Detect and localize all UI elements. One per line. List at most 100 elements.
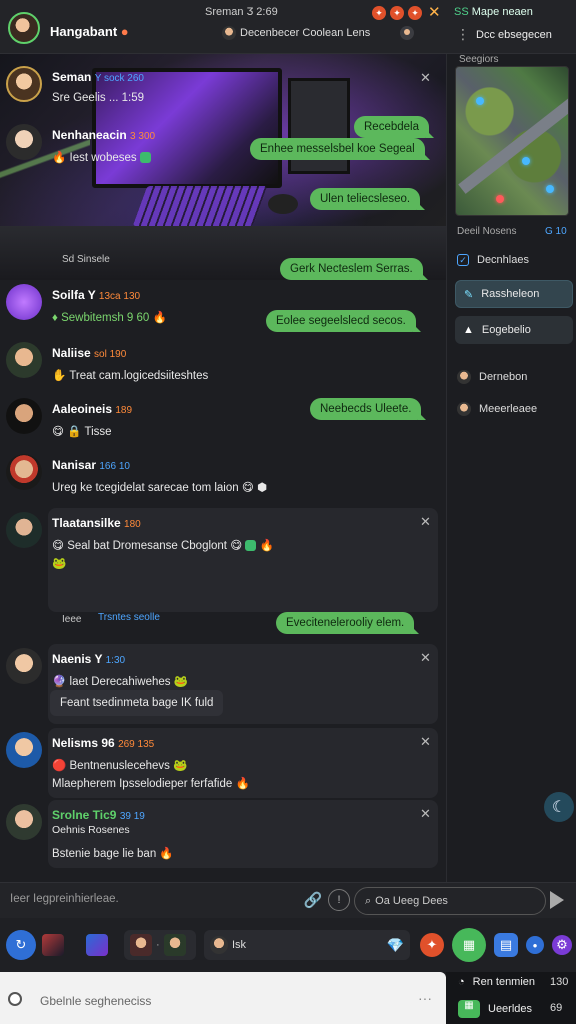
avatar[interactable]	[6, 512, 42, 548]
app-window: Нangabant ● Sreman Ӡ 2:69 Decenbecer Coo…	[0, 0, 576, 1024]
edit-icon: ✎	[464, 288, 474, 301]
outgoing-message[interactable]: Ulen teliecsleseo.	[310, 188, 426, 210]
sidebar-item-meeerleaee[interactable]: Meeerleaee	[457, 402, 537, 416]
grid-icon: ▦	[458, 1000, 480, 1018]
avatar-pair[interactable]: ·	[124, 930, 196, 960]
message-author[interactable]: Seman Y sock 260	[52, 70, 144, 84]
close-icon[interactable]: ✕	[420, 806, 431, 822]
game-map[interactable]	[455, 66, 569, 216]
close-icon[interactable]: ✕	[420, 650, 431, 666]
fire-icon[interactable]: ✦	[408, 6, 422, 20]
outgoing-message[interactable]: Neebecds Uleete.	[310, 398, 427, 420]
sidebar-item-eogebelio[interactable]: ▲ Eogebelio	[455, 316, 573, 344]
avatar[interactable]	[6, 398, 42, 434]
message-author[interactable]: Srolne Tic9 39 19	[52, 808, 145, 822]
chat-pane[interactable]: Sd Sinsele ✕ Seman Y sock 260 Sre Geelis…	[0, 54, 446, 882]
quoted-message[interactable]: Feant tsedinmeta bage IK fuld	[50, 690, 224, 716]
outgoing-message[interactable]: Recebdela	[354, 116, 434, 138]
message-composer: Ieer Iegpreinhierleae. 🔗 ! ⌕ Oa Ueeg Dees	[0, 882, 576, 918]
doc-icon[interactable]: ▤	[494, 933, 518, 957]
theme-toggle-moon-icon[interactable]: ☾	[544, 792, 574, 822]
avatar[interactable]	[6, 342, 42, 378]
refresh-icon[interactable]: ↻	[6, 930, 36, 960]
avatar[interactable]	[6, 732, 42, 768]
message-text: 😋 🔒 Tisse	[52, 426, 112, 438]
record-icon[interactable]	[8, 992, 22, 1006]
channel-avatar[interactable]	[8, 12, 40, 44]
settings-icon[interactable]: ⚙	[552, 935, 572, 955]
gear-icon[interactable]	[398, 24, 416, 42]
message-author[interactable]: Aaleoineis 189	[52, 402, 132, 416]
sidebar-item-rassheleon[interactable]: ✎ Rassheleon	[455, 280, 573, 308]
message-text: 🔥 Iest wobeses	[52, 150, 151, 164]
avatar[interactable]	[6, 648, 42, 684]
stat-row[interactable]: ◔ Ren tenmien	[458, 976, 535, 988]
close-icon[interactable]: ✕	[420, 70, 431, 86]
fire-icon[interactable]: ✦	[390, 6, 404, 20]
stat-row[interactable]: ▦ Ueerldes	[458, 1000, 532, 1018]
message-author[interactable]: Tlaatansilke 180	[52, 516, 141, 530]
header-action[interactable]: ⋮ Dcc ebsegecen	[456, 26, 552, 43]
fire-icon[interactable]: ✦	[372, 6, 386, 20]
message-author[interactable]: Naliise sol 190	[52, 346, 126, 360]
message-author[interactable]: Soilfa Y 13ca 130	[52, 288, 140, 302]
sidebar-item-decnhlaes[interactable]: ✓ Decnhlaes	[457, 254, 529, 266]
emoji-reaction[interactable]: 🐸	[52, 556, 66, 570]
outgoing-message[interactable]: Evecitenelerooliy elem.	[276, 612, 420, 634]
avatar[interactable]	[6, 804, 42, 840]
system-input[interactable]: Gbelnle segheneciss	[40, 994, 151, 1008]
message-author[interactable]: Nenhaneacin 3 300	[52, 128, 155, 142]
close-icon[interactable]: ✕	[428, 3, 441, 21]
search-icon: ⌕	[365, 894, 372, 907]
info-icon[interactable]: !	[328, 889, 350, 911]
crystal-icon: 💎	[386, 936, 404, 953]
message-text: ♦ Sewbitemsh 9 60 🔥	[52, 312, 167, 324]
avatar[interactable]	[6, 124, 42, 160]
outgoing-message[interactable]: Eolee segeelslecd secos.	[266, 310, 421, 332]
more-icon[interactable]: ⋮	[456, 26, 470, 43]
channel-title[interactable]: Нangabant ●	[50, 24, 129, 39]
message-text-2: Mlaepherem Ipsselodieper ferfafide 🔥	[52, 778, 250, 790]
attach-icon[interactable]: 🔗	[302, 889, 324, 911]
banner-caption: Sd Sinsele	[62, 254, 110, 265]
chat-field[interactable]: Isk 💎	[204, 930, 410, 960]
message-text: Oehnis Rosenes	[52, 824, 130, 836]
chat-header: Нangabant ● Sreman Ӡ 2:69 Decenbecer Coo…	[0, 0, 576, 54]
bottom-toolbar: ↻ · Isk 💎 ✦ ▦ ▤ • ⚙	[0, 918, 576, 972]
status-prefix: ЅЅ	[454, 6, 469, 18]
game-thumb[interactable]	[86, 934, 108, 956]
info-icon[interactable]: •	[526, 936, 544, 954]
card-caption: Trsntes seolle	[98, 612, 160, 623]
more-icon[interactable]: ···	[418, 990, 432, 1006]
map-value: G 10	[545, 226, 567, 237]
avatar[interactable]	[6, 66, 42, 102]
card-caption-left: Ieee	[62, 614, 82, 625]
avatar	[457, 402, 471, 416]
game-thumb[interactable]	[42, 934, 64, 956]
stat-value: 69	[550, 1002, 563, 1014]
send-icon[interactable]	[550, 891, 564, 909]
search-input[interactable]: ⌕ Oa Ueeg Dees	[354, 887, 546, 915]
message-author[interactable]: Nelisms 96 269 135	[52, 736, 154, 750]
outgoing-message[interactable]: Enhee messelsbel koe Segeal	[250, 138, 430, 160]
message-author[interactable]: Nanisar 166 10	[52, 458, 130, 472]
message-text: Ureg ke tcegidelat sarecae tom laion 😋 ⬢	[52, 482, 268, 494]
message-text-2: Bstenie bage lie ban 🔥	[52, 848, 174, 860]
avatar[interactable]	[6, 454, 42, 490]
sidebar-item-dernebon[interactable]: Dernebon	[457, 370, 527, 384]
message-input[interactable]: Ieer Iegpreinhierleae.	[10, 893, 119, 905]
avatar[interactable]	[6, 284, 42, 320]
right-sidebar: Seegiors Deeil Nosens G 10 ✓ Decnhlaes ✎…	[446, 54, 576, 882]
fire-icon[interactable]: ✦	[420, 933, 444, 957]
apps-icon[interactable]: ▦	[452, 928, 486, 962]
map-label: Deeil Nosens	[457, 226, 517, 237]
channel-subtitle: Sreman Ӡ 2:69	[205, 6, 278, 18]
close-icon[interactable]: ✕	[420, 734, 431, 750]
stat-value: 130	[550, 976, 569, 988]
outgoing-message[interactable]: Gerk Necteslem Serras.	[280, 258, 428, 280]
close-icon[interactable]: ✕	[420, 514, 431, 530]
system-input-bar: Gbelnle segheneciss ···	[0, 972, 446, 1024]
header-status: ЅЅ Mape neaen	[454, 6, 533, 18]
message-author[interactable]: Naenis Y 1:30	[52, 652, 125, 666]
clock-icon: ◔	[458, 976, 465, 988]
